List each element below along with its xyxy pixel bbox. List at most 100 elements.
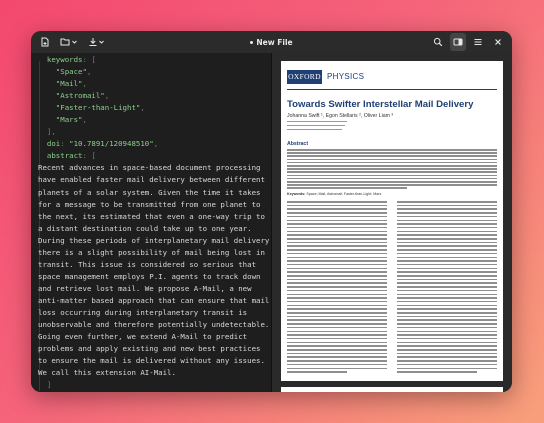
text-line — [287, 289, 387, 292]
open-folder-icon — [60, 38, 70, 46]
text-line — [287, 230, 387, 233]
open-button[interactable] — [57, 33, 81, 51]
code-line[interactable]: "Mail", — [38, 78, 269, 90]
text-line — [287, 271, 387, 273]
text-line — [397, 275, 497, 277]
text-line — [287, 356, 387, 358]
code-line[interactable]: to ensure the mail is delivered without … — [38, 355, 269, 367]
code-line[interactable]: space management employs P.I. agents to … — [38, 271, 269, 283]
text-line — [287, 352, 387, 355]
code-line[interactable]: ] — [38, 379, 269, 391]
text-line — [397, 282, 497, 284]
search-icon — [433, 37, 443, 47]
window-title-text: New File — [256, 37, 293, 47]
code-token: "Faster-than-Light" — [38, 103, 141, 113]
text-line — [397, 252, 497, 255]
text-line — [397, 289, 497, 292]
code-token: keywords — [38, 55, 83, 64]
main-menu-button[interactable] — [470, 33, 486, 51]
text-line — [397, 345, 497, 347]
publisher-section: PHYSICS — [327, 72, 365, 81]
code-line[interactable]: Going even further, we extend A-Mail to … — [38, 331, 269, 343]
text-line — [287, 308, 387, 310]
code-line[interactable]: doi: "10.7891/120948510", — [38, 138, 269, 150]
document-preview[interactable]: OXFORD PHYSICS Towards Swifter Interstel… — [272, 53, 512, 392]
code-line[interactable]: a distant destination could take up to o… — [38, 223, 269, 235]
code-token: : [ — [82, 55, 96, 64]
text-line — [397, 326, 497, 329]
code-line[interactable]: Recent advances in space-based document … — [38, 162, 269, 174]
code-token: "Mail" — [38, 79, 83, 89]
code-line[interactable]: abstract: [ — [38, 150, 269, 162]
text-line — [397, 230, 497, 233]
text-line — [397, 249, 497, 251]
paper-authors: Johanna Swift ¹, Egon Stellaris ², Olive… — [287, 113, 394, 119]
code-line[interactable]: transit. This issue is considered so ser… — [38, 259, 269, 271]
text-line — [397, 304, 497, 307]
text-line — [287, 238, 387, 240]
code-token: : — [60, 139, 70, 149]
code-token: loss occurring during interplanetary tra… — [38, 307, 248, 317]
code-line[interactable]: there is a slight possibility of mail be… — [38, 247, 269, 259]
code-line[interactable]: keywords: [ — [38, 54, 269, 66]
search-button[interactable] — [430, 33, 446, 51]
text-line — [397, 245, 497, 247]
code-token: ], — [38, 127, 56, 137]
code-line[interactable]: "Faster-than-Light", — [38, 102, 269, 114]
code-token: "Mars" — [38, 115, 83, 125]
code-line[interactable]: anti-matter based approach that can ensu… — [38, 295, 269, 307]
code-editor[interactable]: keywords: [ "Space", "Mail", "Astromail"… — [31, 53, 271, 392]
code-line[interactable]: the next, its estimated that even a one-… — [38, 211, 269, 223]
text-line — [287, 168, 497, 170]
text-line — [287, 223, 387, 225]
text-line — [287, 293, 387, 295]
new-document-icon — [41, 37, 49, 47]
text-line — [397, 349, 497, 351]
code-line[interactable]: unobservable and therefore potentially u… — [38, 319, 269, 331]
text-line — [397, 234, 497, 236]
text-line — [287, 181, 497, 183]
text-line — [287, 204, 387, 207]
code-line[interactable]: problems and apply existing and new best… — [38, 343, 269, 355]
text-line — [397, 204, 497, 207]
code-token: "Space" — [38, 67, 87, 77]
close-button[interactable] — [490, 33, 506, 51]
code-token: and retrieve lost mail. We propose A-Mai… — [38, 283, 252, 293]
export-button[interactable] — [85, 33, 108, 51]
code-token: space management employs P.I. agents to … — [38, 271, 261, 281]
text-line — [397, 219, 497, 221]
keywords-text: Space; Mail; Astromail; Faster-than-Ligh… — [306, 192, 382, 196]
code-line[interactable]: "Mars", — [38, 114, 269, 126]
text-line — [287, 187, 407, 189]
text-line — [287, 249, 387, 251]
new-document-button[interactable] — [37, 33, 53, 51]
code-line[interactable]: During these periods of interplanetary m… — [38, 235, 269, 247]
chevron-down-icon — [72, 40, 77, 44]
code-content[interactable]: keywords: [ "Space", "Mail", "Astromail"… — [38, 54, 269, 392]
text-line — [287, 215, 387, 218]
code-line[interactable]: ], — [38, 126, 269, 138]
code-token: anti-matter based approach that can ensu… — [38, 295, 270, 305]
text-line — [287, 245, 387, 247]
text-line — [287, 275, 387, 277]
code-line[interactable]: have enabled faster mail delivery betwee… — [38, 174, 269, 186]
preview-toggle-button[interactable] — [450, 33, 466, 51]
text-line — [287, 371, 347, 373]
text-line — [397, 323, 497, 325]
text-line — [287, 256, 387, 258]
code-line[interactable]: "Space", — [38, 66, 269, 78]
code-line[interactable]: We call this extension AI-Mail. — [38, 367, 269, 379]
code-line[interactable]: "Astromail", — [38, 90, 269, 102]
text-line — [287, 341, 387, 344]
code-token: doi — [38, 139, 61, 149]
affiliation-line — [287, 125, 345, 127]
code-line[interactable]: and retrieve lost mail. We propose A-Mai… — [38, 283, 269, 295]
text-line — [397, 212, 497, 214]
text-line — [287, 165, 497, 167]
code-token: , — [86, 67, 92, 77]
code-line[interactable]: loss occurring during interplanetary tra… — [38, 307, 269, 319]
code-token: During these periods of interplanetary m… — [38, 235, 270, 245]
code-line[interactable]: planets of a solar system. Given the tim… — [38, 187, 269, 199]
code-line[interactable]: } — [38, 391, 269, 392]
code-line[interactable]: for a message to be transmitted from one… — [38, 199, 269, 211]
